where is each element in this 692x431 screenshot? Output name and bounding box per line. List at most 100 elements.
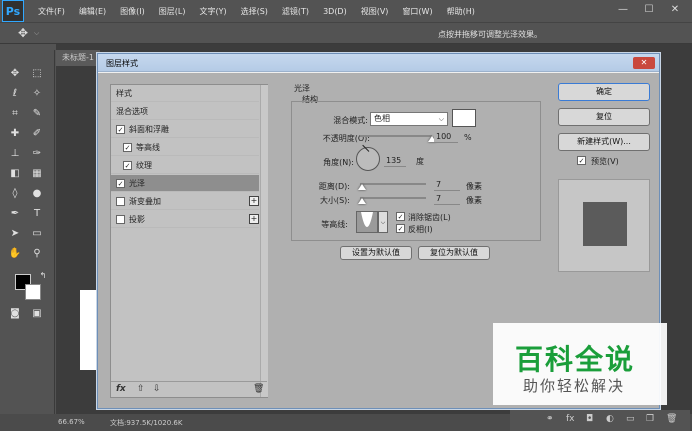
opacity-input[interactable]: 100 (434, 131, 458, 143)
preview-label: 预览(V) (591, 157, 619, 166)
stamp-icon[interactable]: ⊥ (6, 146, 24, 162)
marquee-icon[interactable]: ⬚ (28, 66, 46, 82)
menu-file[interactable]: 文件(F) (38, 6, 65, 17)
hand-icon[interactable]: ✋ (6, 246, 24, 262)
move-icon[interactable]: ✥ (6, 66, 24, 82)
eyedropper-icon[interactable]: ✎ (28, 106, 46, 122)
size-input[interactable]: 7 (434, 193, 460, 205)
bevel-emboss-checkbox[interactable]: ✓ (116, 125, 125, 134)
blur-icon[interactable]: ◊ (6, 186, 24, 202)
dialog-close-button[interactable]: ✕ (633, 57, 655, 69)
size-slider[interactable] (360, 197, 426, 199)
style-drop-shadow[interactable]: 投影 + (111, 211, 259, 228)
style-bevel-emboss[interactable]: ✓ 斜面和浮雕 (111, 121, 259, 138)
document-tab[interactable]: 未标题-1 (56, 50, 100, 66)
history-brush-icon[interactable]: ✑ (28, 146, 46, 162)
crop-icon[interactable]: ⌗ (6, 106, 24, 122)
link-icon[interactable]: ⚭ (546, 414, 554, 424)
reset-default-button[interactable]: 复位为默认值 (418, 246, 490, 260)
add-gradient-overlay-icon[interactable]: + (249, 196, 259, 206)
antialias-label: 消除锯齿(L) (408, 213, 451, 222)
opacity-slider[interactable] (360, 135, 432, 137)
move-tool-icon[interactable]: ✥ (18, 26, 28, 40)
preview-checkbox[interactable]: ✓ (577, 156, 586, 165)
zoom-level[interactable]: 66.67% (58, 418, 85, 426)
mask-icon[interactable]: ◘ (586, 414, 593, 424)
folder-icon[interactable]: ▭ (626, 414, 635, 424)
lasso-icon[interactable]: ℓ (6, 86, 24, 102)
size-slider-thumb[interactable] (357, 198, 366, 204)
antialias-checkbox[interactable]: ✓ (396, 212, 405, 221)
menu-window[interactable]: 窗口(W) (402, 6, 432, 17)
type-icon[interactable]: T (28, 206, 46, 222)
contour-preview[interactable] (356, 211, 378, 233)
path-select-icon[interactable]: ➤ (6, 226, 24, 242)
background-color[interactable] (25, 284, 41, 300)
dialog-titlebar[interactable]: 图层样式 ✕ (98, 54, 659, 72)
menu-image[interactable]: 图像(I) (120, 6, 145, 17)
invert-label: 反相(I) (408, 225, 433, 234)
menu-layer[interactable]: 图层(L) (159, 6, 186, 17)
menu-view[interactable]: 视图(V) (361, 6, 389, 17)
satin-color-swatch[interactable] (452, 109, 476, 127)
distance-input[interactable]: 7 (434, 179, 460, 191)
style-list-scrollbar[interactable] (260, 85, 268, 397)
style-blending-options[interactable]: 混合选项 (111, 103, 259, 120)
new-style-button[interactable]: 新建样式(W)... (558, 133, 650, 151)
style-contour[interactable]: ✓ 等高线 (111, 139, 259, 156)
menu-select[interactable]: 选择(S) (241, 6, 268, 17)
gradient-icon[interactable]: ▦ (28, 166, 46, 182)
quick-mask-icon[interactable]: ◙ (6, 306, 24, 322)
menu-filter[interactable]: 滤镜(T) (282, 6, 309, 17)
satin-checkbox[interactable]: ✓ (116, 179, 125, 188)
healing-icon[interactable]: ✚ (6, 126, 24, 142)
document-size: 文档:937.5K/1020.6K (110, 419, 183, 427)
ok-button[interactable]: 确定 (558, 83, 650, 101)
dodge-icon[interactable]: ● (28, 186, 46, 202)
style-texture[interactable]: ✓ 纹理 (111, 157, 259, 174)
eraser-icon[interactable]: ◧ (6, 166, 24, 182)
minimize-icon[interactable]: — (612, 3, 634, 17)
delete-layer-icon[interactable]: 🗑 (666, 414, 677, 424)
move-down-icon[interactable]: ⇩ (153, 384, 161, 394)
menu-type[interactable]: 文字(Y) (199, 6, 226, 17)
brush-icon[interactable]: ✐ (28, 126, 46, 142)
shape-icon[interactable]: ▭ (28, 226, 46, 242)
options-bar: ✥ ⌵ 点按并拖移可调整光泽效果。 (0, 22, 692, 44)
blend-mode-select[interactable]: 色相 ⌵ (370, 112, 448, 126)
restore-icon[interactable]: ☐ (638, 3, 660, 17)
distance-slider[interactable] (360, 183, 426, 185)
menu-edit[interactable]: 编辑(E) (79, 6, 106, 17)
set-default-button[interactable]: 设置为默认值 (340, 246, 412, 260)
reset-button[interactable]: 复位 (558, 108, 650, 126)
preview-thumbnail (583, 202, 627, 246)
style-satin[interactable]: ✓ 光泽 (111, 175, 259, 192)
close-icon[interactable]: ✕ (664, 3, 686, 17)
magic-wand-icon[interactable]: ✧ (28, 86, 46, 102)
trash-icon[interactable]: 🗑 (253, 384, 264, 394)
menu-help[interactable]: 帮助(H) (447, 6, 475, 17)
adjustment-icon[interactable]: ◐ (606, 414, 614, 424)
new-layer-icon[interactable]: ❐ (646, 414, 654, 424)
style-list-header[interactable]: 样式 (111, 85, 259, 102)
drop-shadow-checkbox[interactable] (116, 215, 125, 224)
fx-icon[interactable]: fx (116, 384, 126, 394)
contour-checkbox[interactable]: ✓ (123, 143, 132, 152)
texture-checkbox[interactable]: ✓ (123, 161, 132, 170)
chevron-down-icon[interactable]: ⌵ (34, 29, 39, 38)
gradient-overlay-checkbox[interactable] (116, 197, 125, 206)
pen-icon[interactable]: ✒ (6, 206, 24, 222)
angle-dial[interactable] (356, 144, 380, 171)
screen-mode-icon[interactable]: ▣ (28, 306, 46, 322)
menu-3d[interactable]: 3D(D) (323, 7, 347, 16)
add-drop-shadow-icon[interactable]: + (249, 214, 259, 224)
distance-slider-thumb[interactable] (357, 184, 366, 190)
contour-dropdown-icon[interactable]: ⌵ (378, 211, 388, 233)
zoom-icon[interactable]: ⚲ (28, 246, 46, 262)
move-up-icon[interactable]: ⇧ (137, 384, 145, 394)
fx-icon[interactable]: fx (566, 414, 575, 424)
style-gradient-overlay[interactable]: 渐变叠加 + (111, 193, 259, 210)
invert-checkbox[interactable]: ✓ (396, 224, 405, 233)
angle-input[interactable]: 135 (384, 155, 406, 167)
swap-colors-icon[interactable]: ↰ (34, 268, 52, 284)
